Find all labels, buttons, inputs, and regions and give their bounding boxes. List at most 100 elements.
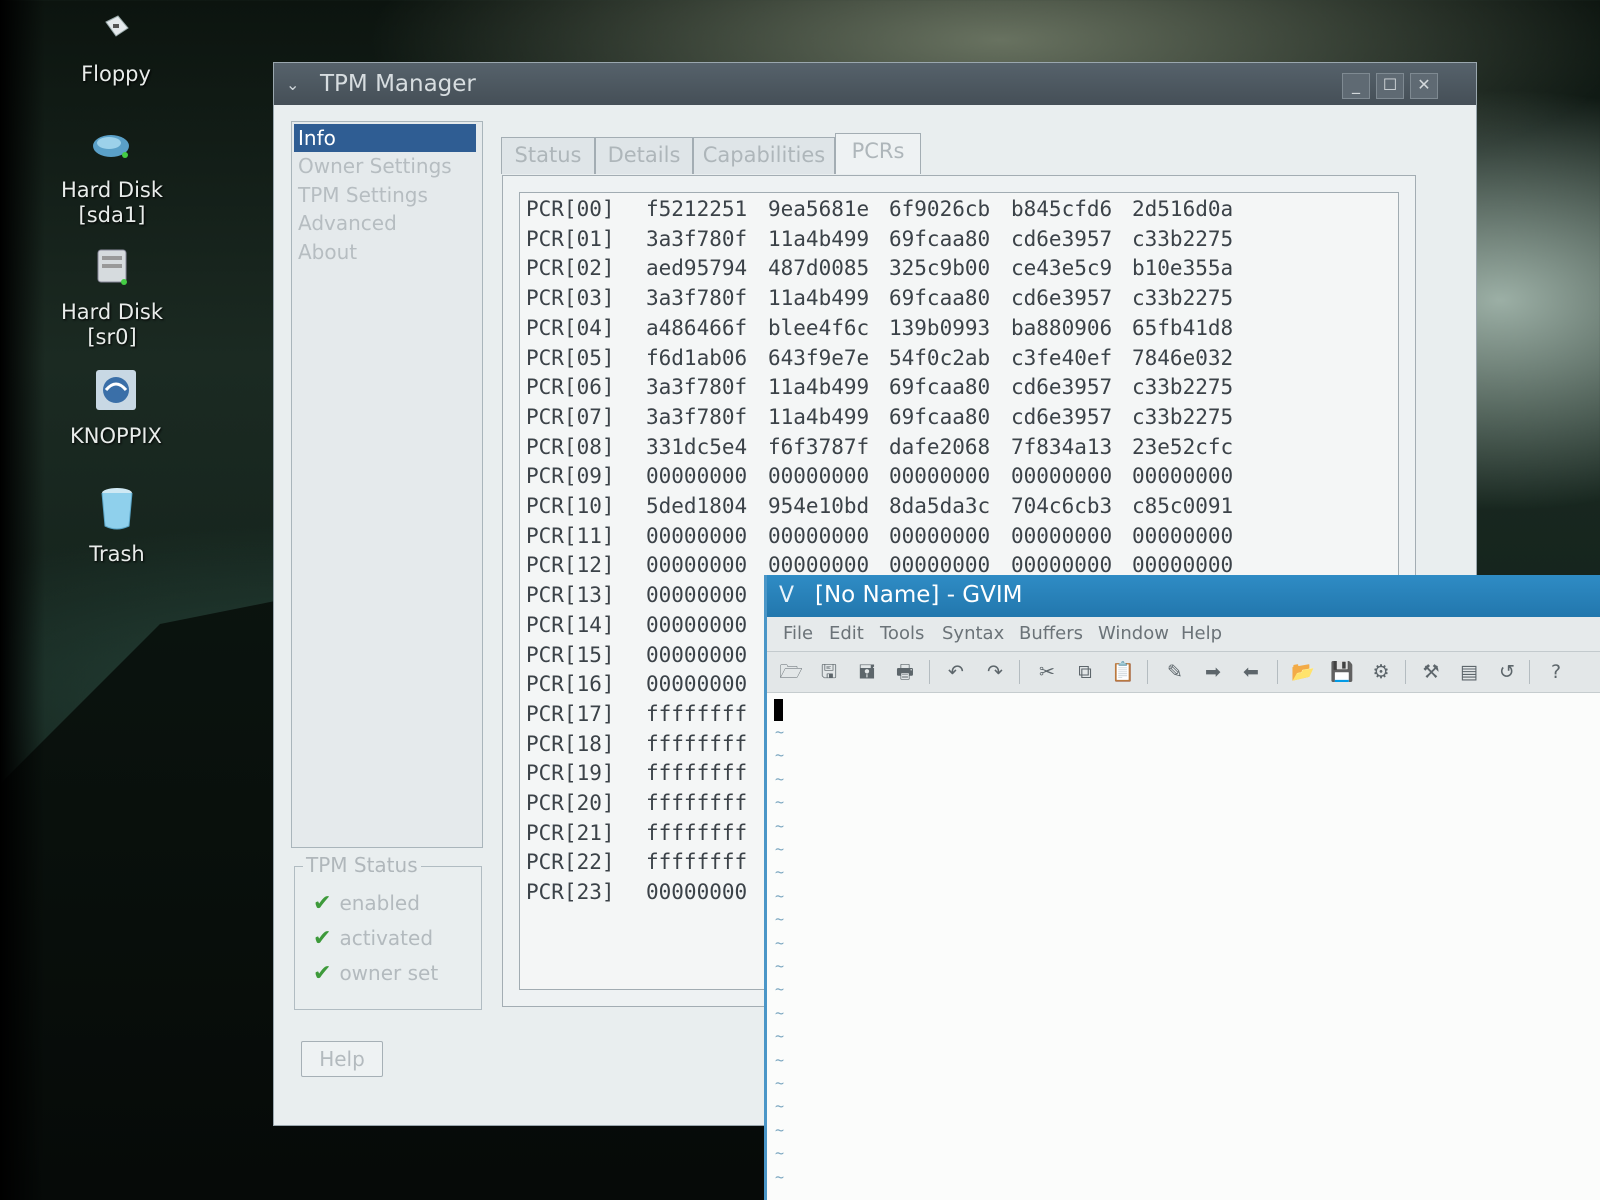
tab-pcrs[interactable]: PCRs (835, 133, 921, 174)
pcr-value: b10e355a (1132, 256, 1234, 281)
floppy-icon (56, 14, 176, 56)
tpm-title-bar[interactable]: ⌄ TPM Manager _ ☐ ✕ (274, 63, 1476, 105)
gvim-title-bar[interactable]: V [No Name] - GVIM (767, 575, 1600, 617)
menu-syntax[interactable]: Syntax (942, 623, 1004, 644)
pcr-value: 2d516d0a (1132, 197, 1234, 221)
help-icon[interactable]: ? (1542, 658, 1570, 686)
ctags-icon[interactable]: ↺ (1493, 658, 1521, 686)
close-button[interactable]: ✕ (1410, 73, 1438, 99)
menu-window[interactable]: Window (1098, 623, 1169, 644)
sidebar-item-owner-settings[interactable]: Owner Settings (294, 152, 476, 180)
status-activated: ✔ activated (313, 926, 433, 951)
cdrom-icon (52, 246, 172, 294)
sidebar-item-about[interactable]: About (294, 238, 476, 266)
empty-line-tilde: ~ (775, 863, 785, 882)
pcr-value: 00000000 (889, 464, 991, 489)
undo-icon[interactable]: ↶ (942, 658, 970, 686)
pcr-value: 69fcaa80 (889, 286, 991, 311)
desktop-icon-knoppix[interactable]: KNOPPIX (56, 368, 176, 449)
pcr-value: 139b0993 (889, 315, 991, 340)
empty-line-tilde: ~ (775, 1003, 785, 1022)
pcr-value: b845cfd6 (1011, 197, 1113, 221)
tab-capabilities[interactable]: Capabilities (693, 137, 835, 174)
empty-line-tilde: ~ (775, 957, 785, 975)
open-icon[interactable]: 🗁 (777, 658, 805, 686)
run-script-icon[interactable]: ⚙ (1367, 658, 1395, 686)
pcr-value: 00000000 (1132, 553, 1234, 578)
pcr-value: 54f0c2ab (889, 345, 991, 370)
menu-tools[interactable]: Tools (880, 623, 924, 644)
pcr-value: a486466f (646, 315, 748, 340)
pcr-name: PCR[06] (526, 375, 615, 400)
pcr-value: 00000000 (646, 523, 748, 548)
make-icon[interactable]: ⚒ (1417, 658, 1445, 686)
pcr-value: 23e52cfc (1132, 434, 1234, 459)
pcr-value: cd6e3957 (1011, 226, 1113, 251)
toolbar-separator (1405, 660, 1406, 684)
pcr-name: PCR[07] (526, 404, 615, 429)
menu-file[interactable]: File (783, 623, 813, 644)
tab-details[interactable]: Details (595, 137, 693, 174)
pcr-value: 3a3f780f (646, 404, 748, 429)
desktop-icon-label: Floppy (81, 62, 151, 86)
maximize-button[interactable]: ☐ (1376, 73, 1404, 99)
pcr-value: 00000000 (646, 583, 748, 608)
menu-buffers[interactable]: Buffers (1019, 623, 1083, 644)
replace-icon[interactable]: ✎ (1161, 658, 1189, 686)
cut-icon[interactable]: ✂ (1033, 658, 1061, 686)
pcr-value: 00000000 (768, 553, 870, 578)
copy-icon[interactable]: ⧉ (1071, 658, 1099, 686)
save-session-icon[interactable]: 💾 (1328, 658, 1356, 686)
desktop-icon-hard-disk[interactable]: Hard Disk [sr0] (52, 246, 172, 350)
pcr-value: 7846e032 (1132, 345, 1234, 370)
gvim-editor[interactable]: ~ ~ ~ ~ ~ ~ ~ ~ ~ ~ ~ ~ ~ ~ ~ ~ ~ ~ ~ ~ (767, 693, 1600, 1200)
pcr-name: PCR[03] (526, 286, 615, 311)
toolbar-separator (1277, 660, 1278, 684)
menu-help[interactable]: Help (1181, 623, 1222, 644)
app-menu-icon[interactable]: ⌄ (286, 75, 302, 94)
pcr-name: PCR[14] (526, 612, 615, 637)
pcr-name: PCR[05] (526, 345, 615, 370)
load-session-icon[interactable]: 📂 (1289, 658, 1317, 686)
pcr-value: ffffffff (646, 701, 748, 726)
menu-edit[interactable]: Edit (829, 623, 864, 644)
pcr-value: 331dc5e4 (646, 434, 748, 459)
find-next-icon[interactable]: ➡ (1199, 658, 1227, 686)
pcr-value: 65fb41d8 (1132, 315, 1234, 340)
pcr-value: 00000000 (1132, 523, 1234, 548)
empty-line-tilde: ~ (775, 1097, 785, 1116)
desktop-vignette (0, 0, 45, 1200)
minimize-button[interactable]: _ (1342, 73, 1370, 99)
pcr-value: 00000000 (646, 553, 748, 578)
sidebar-item-info[interactable]: Info (294, 124, 476, 152)
pcr-value: 11a4b499 (768, 404, 870, 429)
desktop-icon-floppy[interactable]: Floppy (56, 14, 176, 87)
sidebar-item-tpm-settings[interactable]: TPM Settings (294, 181, 476, 209)
print-icon[interactable]: 🖶 (891, 658, 919, 686)
redo-icon[interactable]: ↷ (981, 658, 1009, 686)
pcr-value: 954e10bd (768, 494, 870, 518)
pcr-name: PCR[20] (526, 791, 615, 815)
shell-icon[interactable]: ▤ (1455, 658, 1483, 686)
save-all-icon[interactable]: 🖬 (853, 658, 881, 686)
pcr-value: ce43e5c9 (1011, 256, 1113, 281)
sidebar-item-advanced[interactable]: Advanced (294, 209, 476, 237)
find-prev-icon[interactable]: ⬅ (1237, 658, 1265, 686)
desktop-icon-label: Hard Disk [sda1] (60, 178, 164, 227)
pcr-value: 00000000 (889, 523, 991, 548)
vim-logo-icon: V (779, 583, 795, 608)
empty-line-tilde: ~ (775, 816, 785, 835)
pcr-value: 11a4b499 (768, 286, 870, 311)
desktop-icon-trash[interactable]: Trash (57, 486, 177, 567)
gvim-menubar: File Edit Tools Syntax Buffers Window Help (767, 617, 1600, 652)
pcr-value: 9ea5681e (768, 197, 870, 221)
pcr-name: PCR[12] (526, 553, 615, 578)
help-button[interactable]: Help (301, 1041, 383, 1077)
pcr-value: 3a3f780f (646, 375, 748, 400)
save-icon[interactable]: 🖫 (815, 658, 843, 686)
pcr-value: ffffffff (646, 791, 748, 815)
desktop-icon-hard-disk[interactable]: Hard Disk [sda1] (52, 126, 172, 228)
tab-status[interactable]: Status (501, 137, 595, 174)
pcr-value: f6d1ab06 (646, 345, 748, 370)
paste-icon[interactable]: 📋 (1109, 658, 1137, 686)
